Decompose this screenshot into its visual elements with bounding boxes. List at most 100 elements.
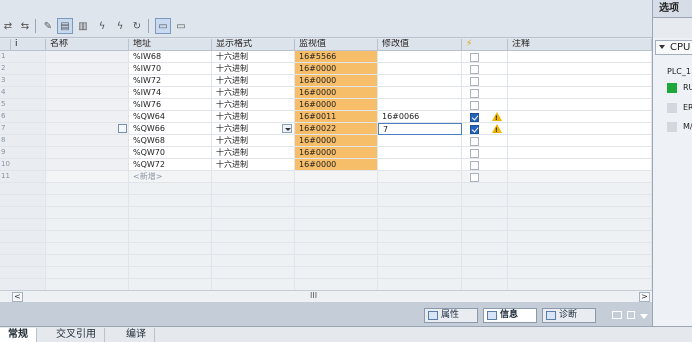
modify-flag-cell[interactable]: ! xyxy=(462,111,508,123)
modify-trigger-icon[interactable]: ϟ xyxy=(112,18,128,34)
modify-flag-cell[interactable] xyxy=(462,147,508,159)
table-row[interactable]: 1 %IW68 十六进制 16#5566 xyxy=(0,51,652,63)
modify-checkbox[interactable] xyxy=(470,149,479,158)
table-row[interactable]: 9 %QW70 十六进制 16#0000 xyxy=(0,147,652,159)
format-cell[interactable]: 十六进制 xyxy=(212,51,295,63)
modify-now-icon[interactable]: ϟ xyxy=(94,18,110,34)
monitor-value-cell[interactable]: 16#0000 xyxy=(295,63,378,75)
subtab-cross-reference[interactable]: 交叉引用 xyxy=(48,328,105,342)
comment-cell[interactable] xyxy=(508,75,652,87)
modify-checkbox[interactable] xyxy=(470,125,479,134)
monitor-value-cell[interactable]: 16#5566 xyxy=(295,51,378,63)
modify-value-cell[interactable] xyxy=(378,99,462,111)
modify-checkbox[interactable] xyxy=(470,137,479,146)
table-row[interactable]: 4 %IW74 十六进制 16#0000 xyxy=(0,87,652,99)
format-cell[interactable]: 十六进制 xyxy=(212,99,295,111)
modify-checkbox[interactable] xyxy=(470,77,479,86)
table-row[interactable]: 2 %IW70 十六进制 16#0000 xyxy=(0,63,652,75)
modify-value-cell[interactable] xyxy=(378,147,462,159)
monitor-value-cell[interactable]: 16#0000 xyxy=(295,135,378,147)
row-select-icon[interactable] xyxy=(118,124,127,133)
panel-collapse-icon[interactable] xyxy=(640,314,648,319)
format-cell[interactable]: 十六进制 xyxy=(212,159,295,171)
format-cell[interactable]: 十六进制 xyxy=(212,111,295,123)
table-row[interactable]: 8 %QW68 十六进制 16#0000 xyxy=(0,135,652,147)
modify-flag-cell[interactable] xyxy=(462,135,508,147)
address-cell[interactable]: %IW70 xyxy=(129,63,212,75)
address-cell[interactable]: %QW68 xyxy=(129,135,212,147)
display-format-icon[interactable]: ▤ xyxy=(57,18,73,34)
name-cell[interactable] xyxy=(46,135,129,147)
header-address[interactable]: 地址 xyxy=(129,39,212,51)
modify-value-cell[interactable] xyxy=(378,135,462,147)
format-cell[interactable]: 十六进制 xyxy=(212,75,295,87)
monitor-value-cell[interactable]: 16#0000 xyxy=(295,159,378,171)
modify-value-cell[interactable] xyxy=(378,75,462,87)
cpu-section-toggle[interactable]: CPU xyxy=(655,40,692,55)
address-cell[interactable]: %QW70 xyxy=(129,147,212,159)
scroll-right-button[interactable]: > xyxy=(639,292,650,302)
comment-cell[interactable] xyxy=(508,111,652,123)
comment-cell[interactable] xyxy=(508,171,652,183)
modify-flag-cell[interactable] xyxy=(462,159,508,171)
modify-flag-cell[interactable] xyxy=(462,99,508,111)
monitor-value-cell[interactable]: 16#0000 xyxy=(295,147,378,159)
modify-checkbox[interactable] xyxy=(470,113,479,122)
modify-value-cell[interactable] xyxy=(378,171,462,183)
header-modify-flag[interactable]: ⚡ xyxy=(462,39,508,51)
comment-cell[interactable] xyxy=(508,147,652,159)
tab-info[interactable]: 信息 xyxy=(483,308,537,323)
comment-cell[interactable] xyxy=(508,99,652,111)
header-comment[interactable]: 注释 xyxy=(508,39,652,51)
modify-flag-cell[interactable] xyxy=(462,87,508,99)
table-row[interactable]: 10 %QW72 十六进制 16#0000 xyxy=(0,159,652,171)
table-row[interactable]: 3 %IW72 十六进制 16#0000 xyxy=(0,75,652,87)
name-cell[interactable] xyxy=(46,171,129,183)
tab-properties[interactable]: 属性 xyxy=(424,308,478,323)
address-cell[interactable]: %IW74 xyxy=(129,87,212,99)
address-cell[interactable]: %QW66 xyxy=(129,123,212,135)
monitor-value-cell[interactable]: 16#0000 xyxy=(295,99,378,111)
show-hide-icon[interactable]: ▥ xyxy=(75,18,91,34)
modify-value-cell[interactable] xyxy=(378,159,462,171)
panel-restore-icon[interactable] xyxy=(627,311,635,319)
modify-value-input[interactable]: 7 xyxy=(378,123,462,135)
scroll-thumb-grip[interactable]: III xyxy=(310,291,317,300)
comment-cell[interactable] xyxy=(508,87,652,99)
format-cell[interactable]: 十六进制 xyxy=(212,147,295,159)
modify-flag-cell[interactable] xyxy=(462,75,508,87)
rename-icon[interactable]: ✎ xyxy=(40,18,56,34)
format-dropdown-button[interactable] xyxy=(282,124,292,133)
monitor-value-cell[interactable]: 16#0022 xyxy=(295,123,378,135)
address-cell[interactable]: %QW64 xyxy=(129,111,212,123)
modify-checkbox[interactable] xyxy=(470,53,479,62)
monitor-value-cell[interactable]: 16#0000 xyxy=(295,75,378,87)
monitor-once-icon[interactable]: ⇆ xyxy=(17,18,33,34)
name-cell[interactable] xyxy=(46,147,129,159)
header-modify-value[interactable]: 修改值 xyxy=(378,39,462,51)
comment-cell[interactable] xyxy=(508,135,652,147)
comment-cell[interactable] xyxy=(508,123,652,135)
table-row[interactable]: 6 %QW64 十六进制 16#0011 16#0066! xyxy=(0,111,652,123)
name-cell[interactable] xyxy=(46,87,129,99)
comment-cell[interactable] xyxy=(508,159,652,171)
table-row[interactable]: 5 %IW76 十六进制 16#0000 xyxy=(0,99,652,111)
monitor-value-cell[interactable]: 16#0011 xyxy=(295,111,378,123)
format-cell[interactable]: 十六进制 xyxy=(212,123,295,135)
force-icon[interactable]: ↻ xyxy=(129,18,145,34)
modify-checkbox[interactable] xyxy=(470,173,479,182)
address-cell[interactable]: %QW72 xyxy=(129,159,212,171)
address-cell[interactable]: <新增> xyxy=(129,171,212,183)
panel-layout-icon[interactable] xyxy=(612,311,622,319)
scroll-left-button[interactable]: < xyxy=(12,292,23,302)
monitor-value-cell[interactable]: 16#0000 xyxy=(295,87,378,99)
address-cell[interactable]: %IW68 xyxy=(129,51,212,63)
header-index[interactable]: i xyxy=(11,39,46,51)
header-name[interactable]: 名称 xyxy=(46,39,129,51)
modify-value-cell[interactable]: 16#0066 xyxy=(378,111,462,123)
modify-checkbox[interactable] xyxy=(470,65,479,74)
address-cell[interactable]: %IW76 xyxy=(129,99,212,111)
horizontal-scrollbar[interactable]: < III > xyxy=(0,290,652,302)
address-cell[interactable]: %IW72 xyxy=(129,75,212,87)
comment-cell[interactable] xyxy=(508,63,652,75)
